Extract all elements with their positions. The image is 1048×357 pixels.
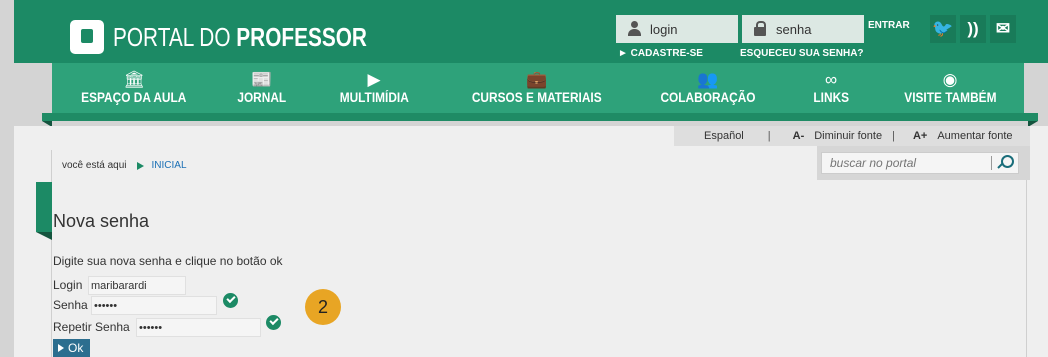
accessibility-toolbar: Español | A- Diminuir fonte | A+ Aumenta… <box>674 126 1030 146</box>
nav-espaco-da-aula[interactable]: 🏛 ESPAÇO DA AULA <box>74 63 194 113</box>
login-input[interactable]: login <box>616 15 738 43</box>
decrease-font-link[interactable]: Diminuir fonte <box>814 130 882 142</box>
login-field[interactable] <box>88 276 186 295</box>
nav-cursos-e-materiais[interactable]: 💼 CURSOS E MATERIAIS <box>462 63 612 113</box>
nav-jornal[interactable]: 📰 JORNAL <box>224 63 300 113</box>
check-icon <box>266 315 281 330</box>
ok-label: Ok <box>68 341 84 355</box>
nav-visite-tambem[interactable]: ◉ VISITE TAMBÉM <box>888 63 1012 113</box>
rss-icon[interactable]: )) <box>960 15 986 43</box>
search-input[interactable] <box>821 152 1019 174</box>
link-icon: ∞ <box>824 70 838 89</box>
senha-input[interactable]: senha <box>742 15 864 43</box>
increase-font-link[interactable]: Aumentar fonte <box>937 130 1012 142</box>
nav-colaboracao[interactable]: 👥 COLABORAÇÃO <box>652 63 764 113</box>
logo-icon <box>70 20 104 54</box>
check-icon <box>223 293 238 308</box>
newspaper-icon: 📰 <box>251 70 273 89</box>
breadcrumb: você está aqui INICIAL <box>62 160 187 171</box>
main-nav: 🏛 ESPAÇO DA AULA 📰 JORNAL ▶ MULTIMÍDIA 💼… <box>52 63 1024 113</box>
play-icon: ▶ <box>367 70 381 89</box>
arrow-right-icon <box>136 161 144 170</box>
twitter-icon[interactable]: 🐦 <box>930 15 956 43</box>
page-title: Nova senha <box>53 211 150 231</box>
users-icon: 👥 <box>697 70 719 89</box>
logo-text: PORTAL DO PROFESSOR <box>113 21 367 52</box>
section-tab <box>36 182 52 240</box>
bank-icon: 🏛 <box>123 70 145 89</box>
senha-field[interactable] <box>91 296 217 315</box>
search-divider <box>991 156 992 170</box>
mail-icon[interactable]: ✉ <box>990 15 1016 43</box>
repetir-senha-label: Repetir Senha <box>53 320 130 334</box>
separator: | <box>767 130 771 142</box>
entrar-button[interactable]: ENTRAR <box>868 20 910 31</box>
briefcase-icon: 💼 <box>526 70 548 89</box>
cadastre-link[interactable]: ► CADASTRE-SE <box>618 48 703 59</box>
content-divider <box>1026 176 1027 357</box>
instruction-text: Digite sua nova senha e clique no botão … <box>53 254 283 268</box>
step-badge: 2 <box>305 289 341 325</box>
search-icon[interactable] <box>996 154 1014 172</box>
language-link[interactable]: Español <box>704 130 744 142</box>
breadcrumb-inicial-link[interactable]: INICIAL <box>152 160 187 171</box>
esqueceu-senha-link[interactable]: ESQUECEU SUA SENHA? <box>740 48 864 59</box>
senha-placeholder: senha <box>776 21 812 37</box>
nav-links[interactable]: ∞ LINKS <box>796 63 866 113</box>
nav-ribbon <box>42 113 1038 127</box>
eye-icon: ◉ <box>942 70 958 89</box>
breadcrumb-prefix: você está aqui <box>62 160 127 171</box>
increase-font-icon[interactable]: A+ <box>913 130 927 142</box>
decrease-font-icon[interactable]: A- <box>793 130 805 142</box>
senha-label: Senha <box>53 298 88 312</box>
lock-icon <box>754 21 766 37</box>
site-logo[interactable]: PORTAL DO PROFESSOR <box>70 20 430 54</box>
ok-button[interactable]: Ok <box>53 339 90 357</box>
login-label: Login <box>53 278 83 292</box>
login-placeholder: login <box>650 21 678 37</box>
repetir-senha-field[interactable] <box>136 318 261 337</box>
site-header: PORTAL DO PROFESSOR <box>14 0 1048 63</box>
nav-multimidia[interactable]: ▶ MULTIMÍDIA <box>324 63 424 113</box>
user-icon <box>628 21 641 37</box>
separator: | <box>892 130 895 142</box>
